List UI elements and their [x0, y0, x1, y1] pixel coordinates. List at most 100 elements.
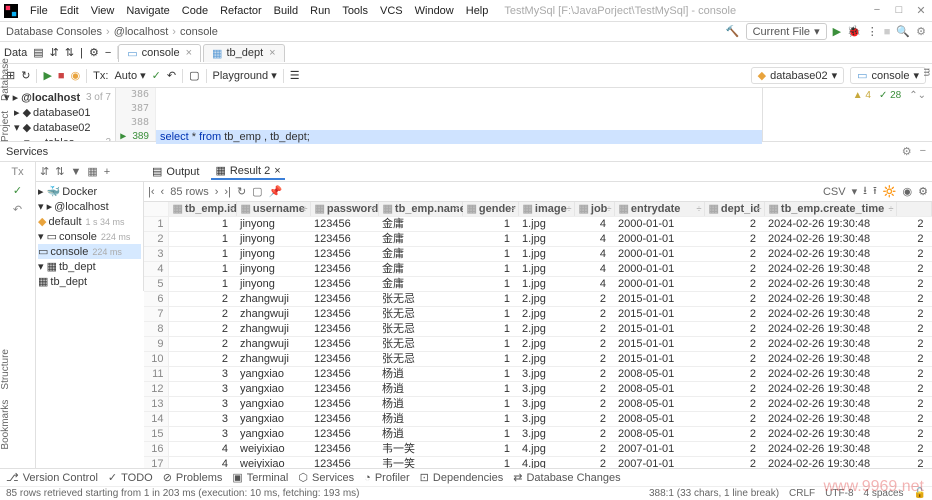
- tab-console[interactable]: ▭ console ×: [118, 44, 201, 62]
- minimize-panel-icon[interactable]: −: [920, 145, 926, 158]
- inspection-widget[interactable]: ▲ 4 ✓ 28 ⌃⌄: [762, 88, 932, 141]
- expand-icon[interactable]: ⇵: [50, 46, 59, 59]
- refresh-icon[interactable]: ↻: [21, 69, 30, 82]
- refresh-icon[interactable]: ↻: [237, 185, 246, 198]
- table-row[interactable]: 133yangxiao123456杨逍13.jpg22008-05-012202…: [144, 397, 932, 412]
- breadcrumb-host[interactable]: @localhost: [114, 26, 169, 38]
- add-row-icon[interactable]: ▢: [252, 185, 262, 198]
- table-row[interactable]: 113yangxiao123456杨逍13.jpg22008-05-012202…: [144, 367, 932, 382]
- tw-dependencies[interactable]: ⊡ Dependencies: [420, 471, 504, 484]
- rollback-icon[interactable]: ↶: [167, 69, 176, 82]
- table-row[interactable]: 92zhangwuji123456张无忌12.jpg22015-01-01220…: [144, 337, 932, 352]
- table-row[interactable]: 51jinyong123456金庸11.jpg42000-01-0122024-…: [144, 277, 932, 292]
- tw-profiler[interactable]: ◔ Profiler: [364, 472, 410, 484]
- services-tree[interactable]: ▸ 🐳Docker ▾ ▸@localhost ◆default1 s 34 m…: [36, 182, 144, 291]
- tree-database02[interactable]: database02: [33, 122, 91, 134]
- status-readonly-icon[interactable]: 🔓: [914, 488, 926, 499]
- side-bookmarks[interactable]: Bookmarks: [0, 400, 20, 450]
- first-page-icon[interactable]: |‹: [148, 186, 155, 198]
- menu-window[interactable]: Window: [409, 5, 460, 17]
- tw-version-control[interactable]: ⎇ Version Control: [6, 471, 98, 484]
- group-icon[interactable]: ▦: [87, 165, 97, 178]
- table-row[interactable]: 82zhangwuji123456张无忌12.jpg22015-01-01220…: [144, 322, 932, 337]
- next-page-icon[interactable]: ›: [215, 186, 219, 198]
- duplicate-icon[interactable]: ▢: [189, 69, 199, 82]
- run-config-picker[interactable]: Current File ▾: [746, 23, 827, 40]
- status-line-sep[interactable]: CRLF: [789, 488, 815, 499]
- more-actions-icon[interactable]: ⋮: [867, 25, 878, 38]
- side-structure[interactable]: Structure: [0, 349, 20, 390]
- download-icon[interactable]: ⭳: [863, 182, 867, 201]
- close-button[interactable]: ✕: [914, 4, 928, 17]
- stop-execute-button[interactable]: ■: [58, 70, 65, 82]
- minimize-panel-icon[interactable]: −: [105, 47, 111, 59]
- rollback-icon[interactable]: ↶: [13, 203, 22, 216]
- table-row[interactable]: 123yangxiao123456杨逍13.jpg22008-05-012202…: [144, 382, 932, 397]
- last-page-icon[interactable]: ›|: [224, 186, 231, 198]
- menu-build[interactable]: Build: [268, 5, 304, 17]
- tab-result[interactable]: ▦Result 2×: [211, 163, 284, 180]
- data-grid[interactable]: ▦tb_emp.id÷ ▦username÷ ▦password÷ ▦tb_em…: [144, 202, 932, 472]
- tx-mode[interactable]: Auto ▾: [114, 69, 145, 82]
- table-row[interactable]: 62zhangwuji123456张无忌12.jpg22015-01-01220…: [144, 292, 932, 307]
- edit-icon[interactable]: ◉: [903, 185, 913, 198]
- tab-output[interactable]: ▤Output: [148, 164, 203, 179]
- export-csv[interactable]: CSV: [823, 186, 846, 198]
- side-project[interactable]: Project: [0, 111, 20, 142]
- filter-icon[interactable]: Tx: [11, 166, 23, 178]
- hammer-icon[interactable]: 🔨: [726, 25, 740, 38]
- tw-db-changes[interactable]: ⇄ Database Changes: [513, 471, 620, 484]
- close-tab-icon[interactable]: ×: [186, 47, 192, 59]
- search-icon[interactable]: 🔍: [896, 25, 910, 38]
- status-encoding[interactable]: UTF-8: [825, 488, 853, 499]
- tree-database01[interactable]: database01: [33, 107, 91, 119]
- tw-services[interactable]: ⬡ Services: [298, 471, 354, 484]
- schema-pill[interactable]: ◆database02 ▾: [751, 67, 845, 84]
- menu-refactor[interactable]: Refactor: [214, 5, 268, 17]
- collapse-icon[interactable]: ⇅: [65, 46, 74, 59]
- view-icon[interactable]: 🔆: [883, 185, 897, 198]
- menu-edit[interactable]: Edit: [54, 5, 85, 17]
- menu-vcs[interactable]: VCS: [374, 5, 409, 17]
- collapse-all-icon[interactable]: ⇅: [55, 165, 64, 178]
- tree-tables[interactable]: tables: [45, 137, 74, 142]
- tab-tb-dept[interactable]: ▦ tb_dept ×: [203, 44, 285, 62]
- settings-icon[interactable]: ⚙: [902, 145, 912, 158]
- tw-terminal[interactable]: ▣ Terminal: [232, 471, 288, 484]
- menu-file[interactable]: File: [24, 5, 54, 17]
- gear-icon[interactable]: ⚙: [89, 46, 99, 59]
- menu-view[interactable]: View: [85, 5, 121, 17]
- add-icon[interactable]: +: [104, 166, 110, 178]
- side-right[interactable]: m: [914, 42, 932, 102]
- minimize-button[interactable]: −: [870, 4, 884, 17]
- side-database[interactable]: Database: [0, 58, 20, 101]
- upload-icon[interactable]: ⭱: [873, 182, 877, 201]
- debug-button[interactable]: 🐞: [847, 25, 861, 38]
- run-button[interactable]: ▶: [833, 25, 841, 38]
- commit-icon[interactable]: ✓: [152, 69, 161, 82]
- breadcrumb-console[interactable]: console: [180, 26, 218, 38]
- filter-icon[interactable]: ▼: [70, 166, 81, 178]
- table-row[interactable]: 11jinyong123456金庸11.jpg42000-01-0122024-…: [144, 217, 932, 232]
- settings-icon[interactable]: ⚙: [918, 185, 928, 198]
- table-row[interactable]: 31jinyong123456金庸11.jpg42000-01-0122024-…: [144, 247, 932, 262]
- sql-editor[interactable]: select * from tb_emp , tb_dept;: [156, 88, 762, 141]
- filter-icon[interactable]: ▤: [33, 46, 43, 59]
- table-row[interactable]: 143yangxiao123456杨逍13.jpg22008-05-012202…: [144, 412, 932, 427]
- execute-button[interactable]: ▶: [43, 69, 51, 82]
- breadcrumb-root[interactable]: Database Consoles: [6, 26, 102, 38]
- table-row[interactable]: 21jinyong123456金庸11.jpg42000-01-0122024-…: [144, 232, 932, 247]
- tw-todo[interactable]: ✓ TODO: [108, 471, 153, 484]
- menu-navigate[interactable]: Navigate: [120, 5, 175, 17]
- pin-icon[interactable]: 📌: [269, 185, 283, 198]
- table-row[interactable]: 102zhangwuji123456张无忌12.jpg22015-01-0122…: [144, 352, 932, 367]
- menu-tools[interactable]: Tools: [336, 5, 374, 17]
- status-indent[interactable]: 4 spaces: [864, 488, 904, 499]
- stop-button[interactable]: ■: [884, 26, 891, 38]
- prev-page-icon[interactable]: ‹: [161, 186, 165, 198]
- check-icon[interactable]: ✓: [13, 184, 22, 197]
- table-row[interactable]: 164weiyixiao123456韦一笑14.jpg22007-01-0122…: [144, 442, 932, 457]
- table-row[interactable]: 153yangxiao123456杨逍13.jpg22008-05-012202…: [144, 427, 932, 442]
- expand-all-icon[interactable]: ⇵: [40, 165, 49, 178]
- settings-icon[interactable]: ☰: [290, 69, 300, 82]
